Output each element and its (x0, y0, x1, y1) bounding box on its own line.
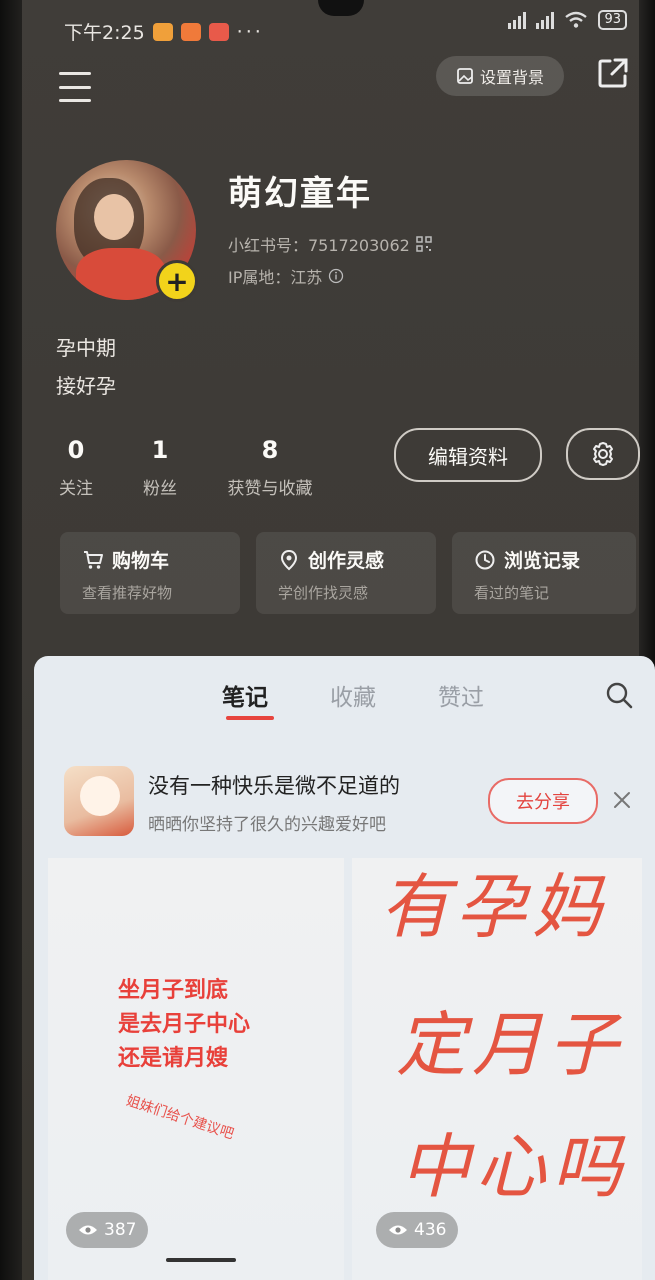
account-id-text: 小红书号：7517203062 (228, 236, 410, 255)
card-title: 购物车 (112, 550, 170, 572)
tab-liked[interactable]: 赞过 (438, 678, 484, 712)
active-tab-indicator (226, 716, 274, 720)
notification-app-icon (208, 22, 229, 41)
signal-icon (508, 11, 527, 29)
view-count: 387 (104, 1220, 137, 1240)
stat-followers[interactable]: 1 粉丝 (140, 436, 180, 499)
note-handwriting-line: 中心吗 (400, 1126, 628, 1208)
image-icon (457, 68, 473, 84)
card-creative-inspiration[interactable]: 创作灵感 学创作找灵感 (256, 532, 436, 614)
promo-title: 没有一种快乐是微不足道的 (148, 774, 400, 798)
status-bar: 下午2:25 ··· (64, 18, 264, 45)
status-indicators: 93 (508, 10, 627, 30)
stat-label: 获赞与收藏 (227, 479, 313, 499)
card-subtitle: 查看推荐好物 (82, 584, 173, 602)
note-handwriting-line: 有孕妈 (380, 866, 608, 948)
view-count: 436 (414, 1220, 447, 1240)
tab-collections[interactable]: 收藏 (330, 678, 376, 712)
notification-app-icon (152, 22, 173, 41)
card-subtitle: 学创作找灵感 (278, 584, 369, 602)
card-title: 浏览记录 (504, 550, 581, 572)
note-text-line: 还是请月嫂 (118, 1046, 229, 1071)
notification-app-icon (180, 22, 201, 41)
share-icon[interactable] (596, 56, 630, 90)
clock-icon (475, 550, 495, 569)
search-icon[interactable] (604, 680, 634, 710)
stat-number: 8 (261, 436, 279, 464)
close-icon[interactable] (608, 786, 636, 814)
qr-code-icon[interactable] (416, 236, 432, 252)
nickname: 萌幻童年 (228, 174, 372, 214)
wifi-icon (565, 11, 588, 28)
set-background-button[interactable]: 设置背景 (436, 56, 564, 96)
stat-number: 0 (67, 436, 85, 464)
stat-label: 关注 (59, 479, 93, 499)
go-share-button[interactable]: 去分享 (488, 778, 598, 824)
note-text-line: 是去月子中心 (118, 1012, 251, 1037)
note-handwriting-line: 定月子 (396, 1004, 624, 1086)
edit-profile-button[interactable]: 编辑资料 (394, 428, 542, 482)
card-browsing-history[interactable]: 浏览记录 看过的笔记 (452, 532, 636, 614)
menu-icon[interactable] (58, 72, 92, 102)
view-count-badge: 387 (66, 1212, 149, 1248)
eye-icon (389, 1225, 407, 1235)
bio-line-2: 接好孕 (56, 374, 116, 398)
location-pin-icon (280, 549, 298, 570)
add-avatar-plus-icon[interactable]: + (156, 260, 198, 302)
home-indicator[interactable] (166, 1258, 236, 1262)
bio-line-1: 孕中期 (56, 336, 116, 360)
ip-location: IP属地：江苏 (228, 264, 344, 288)
cart-icon (84, 550, 103, 569)
settings-button[interactable] (566, 428, 640, 480)
account-id[interactable]: 小红书号：7517203062 (228, 232, 432, 256)
ip-location-text: IP属地：江苏 (228, 268, 323, 287)
stat-label: 粉丝 (143, 479, 177, 499)
promo-subtitle: 晒晒你坚持了很久的兴趣爱好吧 (148, 815, 386, 835)
promo-mascot-icon (64, 766, 134, 836)
info-icon[interactable] (328, 268, 344, 284)
phone-bezel-left (0, 0, 22, 1280)
stat-likes-collects[interactable]: 8 获赞与收藏 (222, 436, 318, 499)
signal-hd-icon (536, 11, 555, 29)
card-subtitle: 看过的笔记 (474, 584, 550, 602)
stat-following[interactable]: 0 关注 (56, 436, 96, 499)
gear-icon (593, 442, 613, 466)
card-title: 创作灵感 (308, 550, 385, 572)
status-time: 下午2:25 (64, 22, 145, 44)
note-text-line: 坐月子到底 (118, 978, 229, 1003)
battery-indicator: 93 (598, 10, 627, 30)
more-dots-icon: ··· (236, 20, 264, 43)
set-background-label: 设置背景 (479, 68, 544, 87)
tab-notes[interactable]: 笔记 (222, 678, 268, 712)
eye-icon (79, 1225, 97, 1235)
view-count-badge: 436 (376, 1212, 459, 1248)
stat-number: 1 (151, 436, 169, 464)
card-shopping-cart[interactable]: 购物车 查看推荐好物 (60, 532, 240, 614)
